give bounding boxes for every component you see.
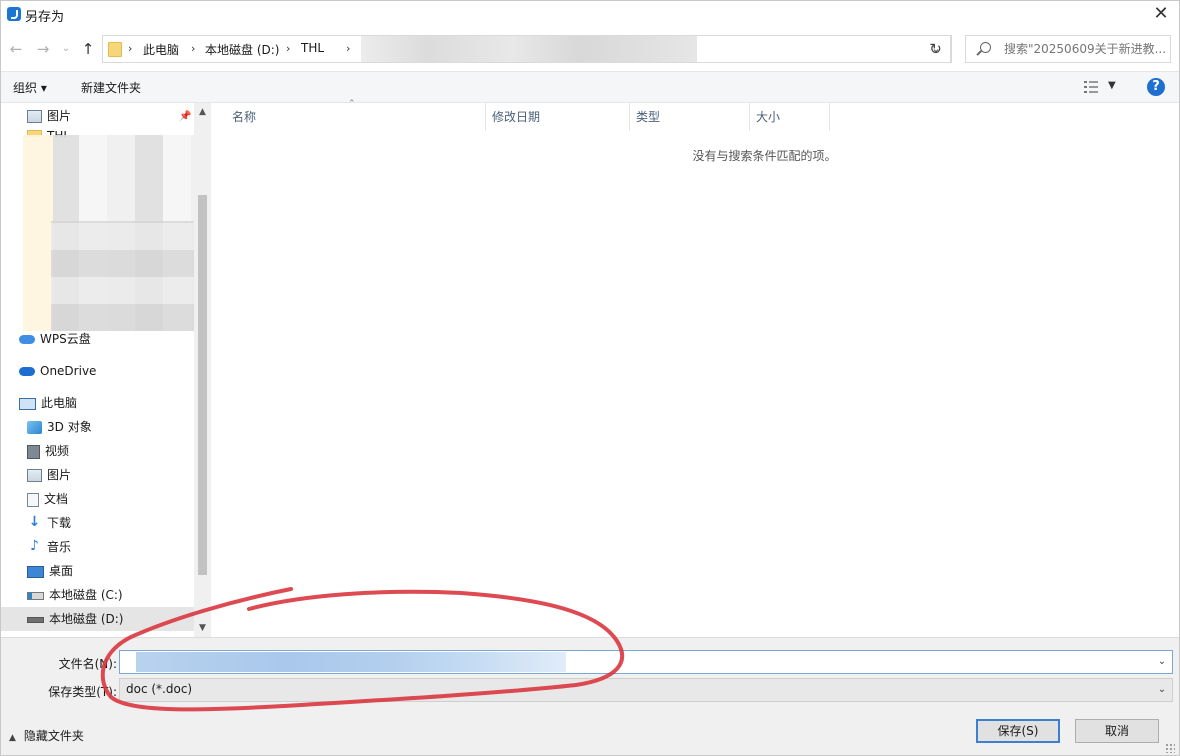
search-box[interactable] (965, 35, 1171, 63)
forward-arrow-icon[interactable]: → (34, 39, 52, 59)
column-header-type[interactable]: 类型 (630, 103, 750, 131)
save-form-panel: 文件名(N): ⌄ 保存类型(T): doc (*.doc) ⌄ ▲ 隐藏文件夹 … (1, 637, 1179, 755)
view-options-icon[interactable] (1084, 81, 1098, 93)
sidebar-item-label: 图片 (47, 109, 72, 123)
search-input[interactable] (1004, 38, 1166, 60)
search-icon (980, 42, 991, 53)
scroll-up-arrow-icon[interactable]: ▲ (194, 105, 211, 119)
up-arrow-icon[interactable]: ↑ (78, 39, 98, 59)
pictures-icon (27, 110, 42, 123)
sidebar-item-label: 视频 (45, 444, 70, 458)
3d-objects-icon (27, 421, 42, 434)
sidebar-item-label: OneDrive (40, 364, 97, 378)
file-list-pane: ⌃ 名称 修改日期 类型 大小 没有与搜索条件匹配的项。 (212, 99, 1179, 637)
recent-locations-chevron-icon[interactable]: ⌄ (59, 39, 73, 59)
sidebar-item-pictures-pinned[interactable]: 图片 📌 (27, 104, 192, 128)
window-title: 另存为 (25, 10, 65, 25)
refresh-icon[interactable]: ↻ (921, 35, 951, 63)
breadcrumb-separator: › (128, 42, 133, 55)
this-pc-icon (19, 397, 36, 410)
redacted-path (361, 36, 697, 62)
breadcrumb-drive-d[interactable]: 本地磁盘 (D:) (205, 41, 279, 58)
sidebar-item-label: 音乐 (47, 540, 72, 554)
sidebar-item-pictures[interactable]: 图片 (27, 463, 192, 487)
navigation-pane: 图片 📌 THL WPS云盘 OneDrive 此电脑 3D 对象 视频 图片 … (1, 103, 211, 637)
back-arrow-icon[interactable]: ← (7, 39, 25, 59)
pictures-icon (27, 469, 42, 482)
breadcrumb-thl[interactable]: THL (301, 41, 324, 55)
close-button[interactable]: ✕ (1143, 1, 1179, 29)
sidebar-item-label: 本地磁盘 (C:) (49, 588, 123, 602)
chevron-up-icon: ▲ (9, 733, 16, 743)
folder-icon (108, 42, 122, 57)
command-toolbar: 组织 ▾ 新建文件夹 ▼ ? (1, 71, 1179, 103)
view-dropdown-chevron-icon[interactable]: ▼ (1108, 80, 1116, 91)
sidebar-item-drive-d[interactable]: 本地磁盘 (D:) (1, 607, 194, 631)
desktop-icon (27, 565, 44, 578)
save-as-dialog: 另存为 ✕ ← → ⌄ ↑ › 此电脑 › 本地磁盘 (D:) › THL › … (0, 0, 1180, 756)
filetype-value: doc (*.doc) (126, 682, 193, 696)
filename-dropdown-chevron-icon[interactable]: ⌄ (1152, 651, 1172, 673)
sidebar-item-onedrive[interactable]: OneDrive (19, 359, 189, 383)
address-bar[interactable]: › 此电脑 › 本地磁盘 (D:) › THL › ⌄ (102, 35, 952, 63)
breadcrumb-separator: › (286, 42, 291, 55)
scrollbar-thumb[interactable] (198, 195, 207, 575)
sidebar-item-label: 此电脑 (41, 396, 78, 410)
sidebar-item-downloads[interactable]: ↓ 下载 (27, 511, 192, 535)
hide-folders-label: 隐藏文件夹 (23, 729, 84, 743)
hide-folders-toggle[interactable]: ▲ 隐藏文件夹 (9, 727, 84, 744)
sidebar-item-label: 文档 (44, 492, 69, 506)
breadcrumb-this-pc[interactable]: 此电脑 (143, 41, 179, 58)
title-bar: 另存为 ✕ (1, 1, 1179, 29)
help-icon[interactable]: ? (1147, 78, 1165, 96)
sidebar-item-documents[interactable]: 文档 (27, 487, 192, 511)
sidebar-item-label: 3D 对象 (47, 420, 92, 434)
sidebar-item-label: 图片 (47, 468, 72, 482)
new-folder-button[interactable]: 新建文件夹 (81, 79, 141, 96)
resize-grip-icon[interactable] (1165, 743, 1175, 753)
column-header-modified[interactable]: 修改日期 (486, 103, 630, 131)
app-icon (7, 7, 21, 21)
videos-icon (27, 444, 40, 459)
sidebar-item-label: 下载 (47, 516, 72, 530)
redacted-sidebar-region (51, 221, 195, 331)
scroll-down-arrow-icon[interactable]: ▼ (194, 621, 211, 635)
sidebar-item-label: WPS云盘 (40, 332, 91, 346)
sidebar-item-this-pc[interactable]: 此电脑 (19, 391, 189, 415)
column-header-size[interactable]: 大小 (750, 103, 830, 131)
onedrive-icon (19, 367, 35, 376)
filetype-select[interactable]: doc (*.doc) ⌄ (119, 678, 1173, 702)
documents-icon (27, 492, 39, 507)
breadcrumb-separator: › (346, 42, 351, 55)
sidebar-item-wps-cloud[interactable]: WPS云盘 (19, 327, 189, 351)
save-button[interactable]: 保存(S) (976, 719, 1060, 743)
filename-label: 文件名(N): (58, 657, 117, 671)
downloads-icon: ↓ (28, 514, 41, 530)
drive-d-icon (27, 616, 44, 623)
sidebar-item-music[interactable]: ♪ 音乐 (27, 535, 192, 559)
filetype-label: 保存类型(T): (48, 685, 117, 699)
sidebar-item-drive-c[interactable]: 本地磁盘 (C:) (27, 583, 192, 607)
filetype-dropdown-chevron-icon[interactable]: ⌄ (1152, 679, 1172, 701)
address-row: ← → ⌄ ↑ › 此电脑 › 本地磁盘 (D:) › THL › ⌄ ↻ (1, 29, 1179, 71)
empty-result-message: 没有与搜索条件匹配的项。 (692, 149, 837, 163)
filename-combobox[interactable]: ⌄ (119, 650, 1173, 674)
column-header-name[interactable]: 名称 (226, 103, 486, 131)
pin-icon[interactable]: 📌 (179, 112, 191, 122)
drive-c-icon (27, 591, 44, 600)
sidebar-scrollbar[interactable]: ▲ ▼ (194, 103, 211, 637)
breadcrumb-separator: › (191, 42, 196, 55)
sidebar-item-label: 本地磁盘 (D:) (49, 612, 124, 626)
organize-menu-button[interactable]: 组织 ▾ (13, 79, 47, 96)
filename-input[interactable] (120, 651, 1152, 673)
sidebar-item-label: 桌面 (49, 564, 74, 578)
cancel-button[interactable]: 取消 (1075, 719, 1159, 743)
sidebar-item-desktop[interactable]: 桌面 (27, 559, 192, 583)
sidebar-item-videos[interactable]: 视频 (27, 439, 192, 463)
music-icon: ♪ (30, 538, 39, 554)
wps-cloud-icon (19, 335, 35, 344)
sidebar-item-3d-objects[interactable]: 3D 对象 (27, 415, 192, 439)
